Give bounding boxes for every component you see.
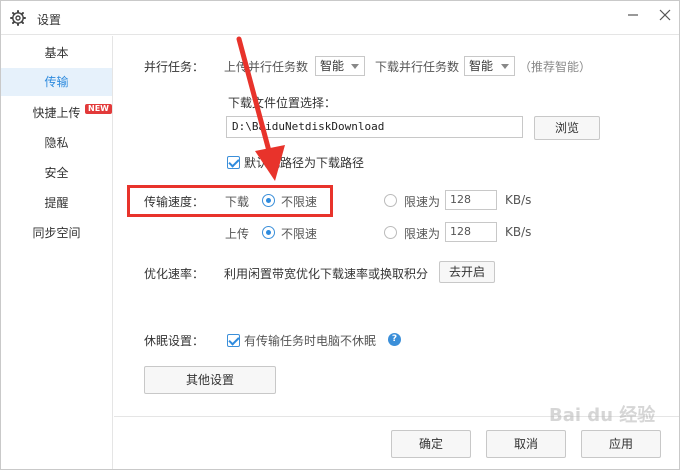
upload-limit-value: 128 — [450, 225, 471, 238]
close-icon[interactable] — [653, 3, 677, 27]
default-path-checkbox[interactable] — [227, 156, 240, 169]
sidebar-item-label: 基本 — [44, 46, 69, 60]
parallel-tasks-label: 并行任务： — [144, 60, 205, 74]
upload-limit-label: 限速为 — [404, 227, 441, 241]
sidebar-item-basic[interactable]: 基本 — [1, 39, 112, 67]
ok-button[interactable]: 确定 — [391, 430, 471, 458]
settings-sidebar: 基本 传输 快捷上传 NEW 隐私 安全 提醒 同步空间 — [1, 36, 113, 469]
download-unlimited-label: 不限速 — [281, 195, 318, 209]
upload-unlimited-label: 不限速 — [281, 227, 318, 241]
sidebar-item-reminder[interactable]: 提醒 — [1, 189, 112, 217]
window-title: 设置 — [37, 13, 62, 27]
download-limit-radio[interactable] — [384, 194, 397, 207]
upload-speed-unit: KB/s — [505, 225, 532, 239]
transfer-speed-label: 传输速度： — [144, 195, 205, 209]
help-icon[interactable]: ? — [388, 333, 401, 346]
upload-limit-radio[interactable] — [384, 226, 397, 239]
download-path-value: D:\BaiduNetdiskDownload — [232, 120, 385, 133]
sidebar-item-label: 隐私 — [44, 136, 69, 150]
apply-button-label: 应用 — [608, 437, 633, 451]
default-path-label: 默认此路径为下载路径 — [244, 156, 365, 170]
optimize-rate-label: 优化速率： — [144, 267, 205, 281]
enable-optimize-label: 去开启 — [448, 265, 485, 279]
download-limit-input[interactable]: 128 — [445, 190, 497, 210]
ok-button-label: 确定 — [418, 437, 443, 451]
sidebar-item-quick-upload[interactable]: 快捷上传 NEW — [1, 99, 112, 127]
browse-button[interactable]: 浏览 — [534, 116, 600, 140]
download-location-label: 下载文件位置选择： — [228, 96, 337, 110]
browse-button-label: 浏览 — [554, 121, 579, 135]
upload-parallel-label: 上传并行任务数 — [224, 60, 309, 74]
dialog-footer: 确定 取消 应用 — [114, 416, 679, 469]
no-sleep-label: 有传输任务时电脑不休眠 — [244, 334, 377, 348]
sidebar-item-label: 安全 — [44, 166, 69, 180]
upload-limit-input[interactable]: 128 — [445, 222, 497, 242]
recommend-hint: （推荐智能） — [519, 60, 592, 74]
cancel-button-label: 取消 — [513, 437, 538, 451]
transfer-settings-panel: 并行任务： 上传并行任务数 智能 下载并行任务数 智能 （推荐智能） 下载文件位… — [114, 36, 679, 416]
chevron-down-icon — [351, 64, 359, 69]
sleep-settings-label: 休眠设置： — [144, 334, 205, 348]
new-badge: NEW — [85, 104, 112, 114]
other-settings-label: 其他设置 — [185, 373, 234, 387]
download-speed-unit: KB/s — [505, 193, 532, 207]
download-parallel-select[interactable]: 智能 — [464, 56, 515, 76]
upload-unlimited-radio[interactable] — [262, 226, 275, 239]
sidebar-item-label: 提醒 — [44, 196, 69, 210]
download-path-input[interactable]: D:\BaiduNetdiskDownload — [226, 116, 523, 138]
optimize-rate-description: 利用闲置带宽优化下载速率或换取积分 — [224, 267, 429, 281]
upload-parallel-select[interactable]: 智能 — [315, 56, 365, 76]
sidebar-item-security[interactable]: 安全 — [1, 159, 112, 187]
download-unlimited-radio[interactable] — [262, 194, 275, 207]
sidebar-item-label: 传输 — [44, 75, 69, 89]
other-settings-button[interactable]: 其他设置 — [144, 366, 276, 394]
download-limit-value: 128 — [450, 193, 471, 206]
sidebar-item-sync-space[interactable]: 同步空间 — [1, 219, 112, 247]
no-sleep-checkbox[interactable] — [227, 334, 240, 347]
upload-speed-label: 上传 — [225, 227, 250, 241]
enable-optimize-button[interactable]: 去开启 — [439, 261, 495, 283]
download-speed-label: 下载 — [225, 195, 250, 209]
cancel-button[interactable]: 取消 — [486, 430, 566, 458]
download-parallel-value: 智能 — [469, 59, 494, 73]
sidebar-item-privacy[interactable]: 隐私 — [1, 129, 112, 157]
gear-icon — [10, 10, 26, 26]
title-bar: 设置 — [1, 1, 679, 35]
chevron-down-icon — [501, 64, 509, 69]
settings-window: 设置 基本 传输 快捷上传 NEW 隐私 安全 提醒 同步空间 并行任务： 上传… — [0, 0, 680, 470]
sidebar-item-label: 同步空间 — [32, 226, 81, 240]
upload-parallel-value: 智能 — [320, 59, 345, 73]
apply-button[interactable]: 应用 — [581, 430, 661, 458]
download-limit-label: 限速为 — [404, 195, 441, 209]
sidebar-item-label: 快捷上传 — [32, 106, 81, 120]
download-parallel-label: 下载并行任务数 — [375, 60, 460, 74]
sidebar-item-transfer[interactable]: 传输 — [1, 68, 112, 96]
minimize-icon[interactable] — [621, 3, 645, 27]
